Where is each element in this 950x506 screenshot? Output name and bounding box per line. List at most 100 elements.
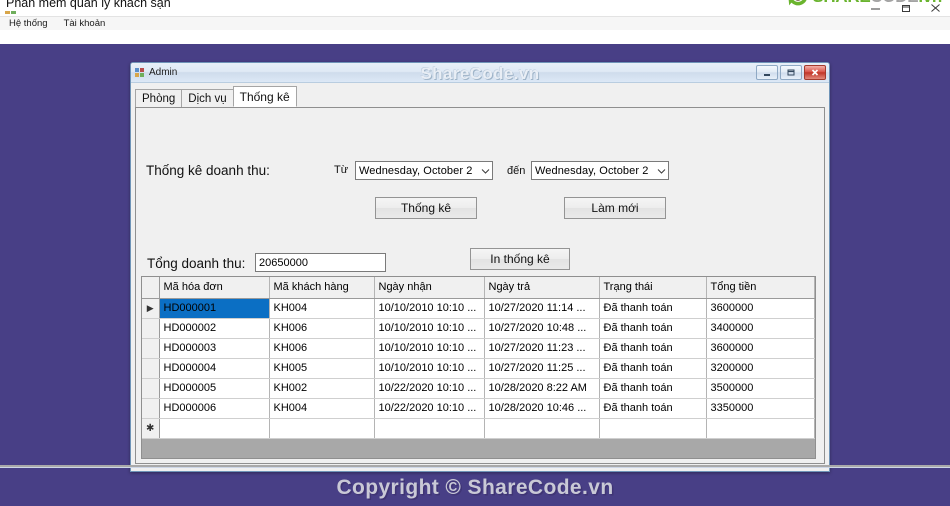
cell-ngay-nhan[interactable]: 10/10/2010 10:10 ... bbox=[374, 298, 485, 319]
admin-close-icon[interactable] bbox=[804, 65, 826, 80]
cell-tong-tien[interactable]: 3400000 bbox=[706, 318, 815, 339]
thong-ke-button[interactable]: Thống kê bbox=[375, 197, 477, 219]
row-header-cell bbox=[142, 378, 160, 399]
table-row[interactable]: HD000004 KH005 10/10/2010 10:10 ... 10/2… bbox=[142, 358, 815, 379]
label-to: đến bbox=[507, 165, 526, 177]
row-header-cell bbox=[142, 318, 160, 339]
row-header-cell bbox=[142, 358, 160, 379]
cell-ngay-nhan[interactable]: 10/10/2010 10:10 ... bbox=[374, 338, 485, 359]
menu-item-he-thong[interactable]: Hệ thống bbox=[2, 17, 55, 31]
cell-ma-khach-hang[interactable]: KH006 bbox=[269, 338, 375, 359]
cell-trang-thai[interactable]: Đã thanh toán bbox=[599, 398, 707, 419]
table-row[interactable]: HD000006 KH004 10/22/2020 10:10 ... 10/2… bbox=[142, 398, 815, 419]
cell-ma-hoa-don[interactable] bbox=[159, 418, 270, 439]
app-subtitle-label: Phần mềm quản lý khách sạn bbox=[4, 0, 173, 11]
logo-text-code: CODE bbox=[870, 0, 918, 6]
admin-child-window: Admin ShareCode.vn Phòng Dịch vụ Thống k… bbox=[130, 62, 830, 472]
cell-ma-khach-hang[interactable]: KH002 bbox=[269, 378, 375, 399]
column-header-trang-thai[interactable]: Trạng thái bbox=[599, 277, 707, 299]
cell-ngay-nhan[interactable] bbox=[374, 418, 485, 439]
cell-trang-thai[interactable] bbox=[599, 418, 707, 439]
cell-ma-khach-hang[interactable]: KH004 bbox=[269, 398, 375, 419]
admin-minimize-icon[interactable] bbox=[756, 65, 778, 80]
row-header-corner bbox=[142, 277, 160, 299]
in-thong-ke-button[interactable]: In thống kê bbox=[470, 248, 570, 270]
date-from-picker[interactable]: Wednesday, October 2 bbox=[355, 161, 493, 180]
table-header-row: Mã hóa đơn Mã khách hàng Ngày nhận Ngày … bbox=[142, 277, 815, 299]
footer-divider bbox=[0, 465, 950, 468]
new-row-icon: ✱ bbox=[146, 422, 155, 434]
cell-ma-hoa-don[interactable]: HD000005 bbox=[159, 378, 270, 399]
tabpage-thong-ke: Thống kê doanh thu: Từ Wednesday, Octobe… bbox=[135, 108, 825, 464]
cell-trang-thai[interactable]: Đã thanh toán bbox=[599, 378, 707, 399]
date-to-picker[interactable]: Wednesday, October 2 bbox=[531, 161, 669, 180]
cell-ngay-nhan[interactable]: 10/10/2010 10:10 ... bbox=[374, 318, 485, 339]
cell-ngay-nhan[interactable]: 10/22/2020 10:10 ... bbox=[374, 398, 485, 419]
date-to-value: Wednesday, October 2 bbox=[535, 164, 649, 177]
cell-ma-khach-hang[interactable]: KH005 bbox=[269, 358, 375, 379]
cell-tong-tien[interactable]: 3600000 bbox=[706, 298, 815, 319]
total-revenue-field[interactable]: 20650000 bbox=[255, 253, 386, 272]
cell-ngay-tra[interactable]: 10/27/2020 11:25 ... bbox=[484, 358, 600, 379]
footer-watermark: Copyright © ShareCode.vn bbox=[336, 476, 614, 499]
cell-trang-thai[interactable]: Đã thanh toán bbox=[599, 358, 707, 379]
invoice-datagrid[interactable]: Mã hóa đơn Mã khách hàng Ngày nhận Ngày … bbox=[141, 276, 816, 459]
table-row[interactable]: ▶ HD000001 KH004 10/10/2010 10:10 ... 10… bbox=[142, 298, 815, 319]
column-header-ngay-nhan[interactable]: Ngày nhận bbox=[374, 277, 485, 299]
cell-ma-hoa-don[interactable]: HD000006 bbox=[159, 398, 270, 419]
cell-ngay-tra[interactable]: 10/27/2020 11:23 ... bbox=[484, 338, 600, 359]
tab-dich-vu[interactable]: Dịch vụ bbox=[181, 89, 234, 107]
invoice-table-body: ▶ HD000001 KH004 10/10/2010 10:10 ... 10… bbox=[142, 298, 815, 439]
admin-maximize-icon[interactable] bbox=[780, 65, 802, 80]
sharecode-logo: SHARECODE.vn bbox=[787, 0, 942, 8]
cell-ngay-nhan[interactable]: 10/10/2010 10:10 ... bbox=[374, 358, 485, 379]
logo-text-vn: .vn bbox=[918, 0, 942, 6]
table-new-row[interactable]: ✱ bbox=[142, 418, 815, 439]
chevron-down-icon[interactable] bbox=[655, 162, 668, 179]
cell-ma-khach-hang[interactable] bbox=[269, 418, 375, 439]
column-header-ngay-tra[interactable]: Ngày trả bbox=[484, 277, 600, 299]
row-header-cell bbox=[142, 398, 160, 419]
cell-ngay-tra[interactable]: 10/27/2020 11:14 ... bbox=[484, 298, 600, 319]
cell-ngay-tra[interactable] bbox=[484, 418, 600, 439]
cell-tong-tien[interactable]: 3350000 bbox=[706, 398, 815, 419]
cell-tong-tien[interactable] bbox=[706, 418, 815, 439]
tab-phong[interactable]: Phòng bbox=[135, 89, 183, 107]
cell-tong-tien[interactable]: 3200000 bbox=[706, 358, 815, 379]
lam-moi-button[interactable]: Làm mới bbox=[564, 197, 666, 219]
tab-thong-ke[interactable]: Thống kê bbox=[232, 86, 297, 107]
statistics-heading: Thống kê doanh thu: bbox=[146, 163, 270, 178]
cell-ngay-tra[interactable]: 10/28/2020 10:46 ... bbox=[484, 398, 600, 419]
table-row[interactable]: HD000002 KH006 10/10/2010 10:10 ... 10/2… bbox=[142, 318, 815, 339]
application-window: Master Hệ thống Tài khoản Phầ bbox=[0, 0, 950, 506]
cell-trang-thai[interactable]: Đã thanh toán bbox=[599, 318, 707, 339]
column-header-ma-khach-hang[interactable]: Mã khách hàng bbox=[269, 277, 375, 299]
cell-ngay-tra[interactable]: 10/27/2020 10:48 ... bbox=[484, 318, 600, 339]
label-from: Từ bbox=[334, 164, 349, 176]
cell-tong-tien[interactable]: 3600000 bbox=[706, 338, 815, 359]
table-row[interactable]: HD000005 KH002 10/22/2020 10:10 ... 10/2… bbox=[142, 378, 815, 399]
chevron-down-icon[interactable] bbox=[479, 162, 492, 179]
cell-ma-hoa-don[interactable]: HD000002 bbox=[159, 318, 270, 339]
menubar: Hệ thống Tài khoản bbox=[0, 16, 950, 30]
cell-trang-thai[interactable]: Đã thanh toán bbox=[599, 298, 707, 319]
cell-ma-hoa-don[interactable]: HD000001 bbox=[159, 298, 270, 319]
date-from-value: Wednesday, October 2 bbox=[359, 164, 473, 177]
cell-ngay-nhan[interactable]: 10/22/2020 10:10 ... bbox=[374, 378, 485, 399]
cell-ma-khach-hang[interactable]: KH004 bbox=[269, 298, 375, 319]
cell-ma-khach-hang[interactable]: KH006 bbox=[269, 318, 375, 339]
table-row[interactable]: HD000003 KH006 10/10/2010 10:10 ... 10/2… bbox=[142, 338, 815, 359]
column-header-tong-tien[interactable]: Tổng tiền bbox=[706, 277, 815, 299]
banner-strip bbox=[0, 30, 950, 44]
cell-ma-hoa-don[interactable]: HD000004 bbox=[159, 358, 270, 379]
admin-window-controls bbox=[756, 65, 826, 80]
menu-item-tai-khoan[interactable]: Tài khoản bbox=[57, 17, 113, 31]
cell-ma-hoa-don[interactable]: HD000003 bbox=[159, 338, 270, 359]
total-revenue-label: Tổng doanh thu: bbox=[147, 256, 246, 271]
cell-trang-thai[interactable]: Đã thanh toán bbox=[599, 338, 707, 359]
row-header-cell bbox=[142, 338, 160, 359]
invoice-table: Mã hóa đơn Mã khách hàng Ngày nhận Ngày … bbox=[142, 277, 815, 439]
column-header-ma-hoa-don[interactable]: Mã hóa đơn bbox=[159, 277, 270, 299]
cell-ngay-tra[interactable]: 10/28/2020 8:22 AM bbox=[484, 378, 600, 399]
cell-tong-tien[interactable]: 3500000 bbox=[706, 378, 815, 399]
